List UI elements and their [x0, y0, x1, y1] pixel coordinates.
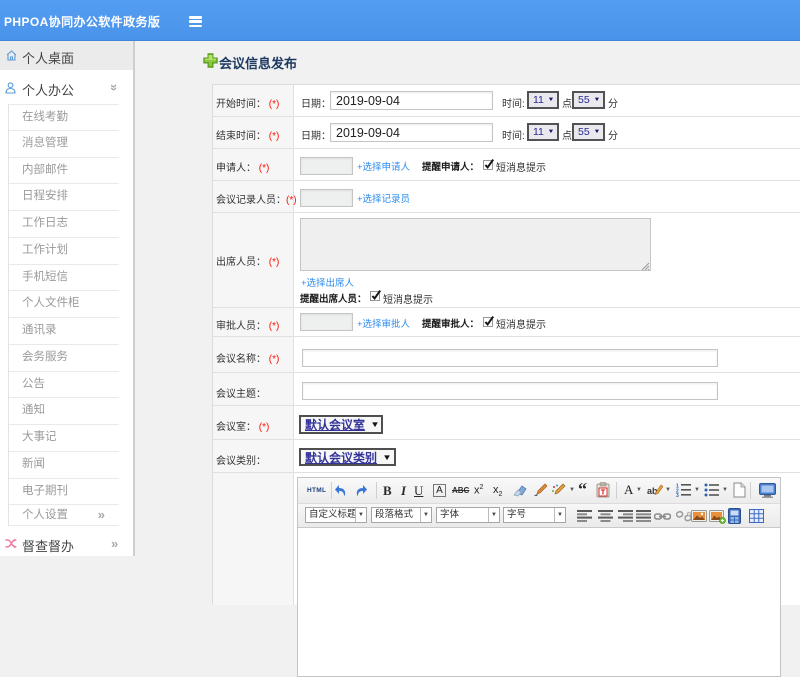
svg-text:3: 3 — [676, 493, 679, 497]
svg-text:T: T — [601, 490, 606, 497]
